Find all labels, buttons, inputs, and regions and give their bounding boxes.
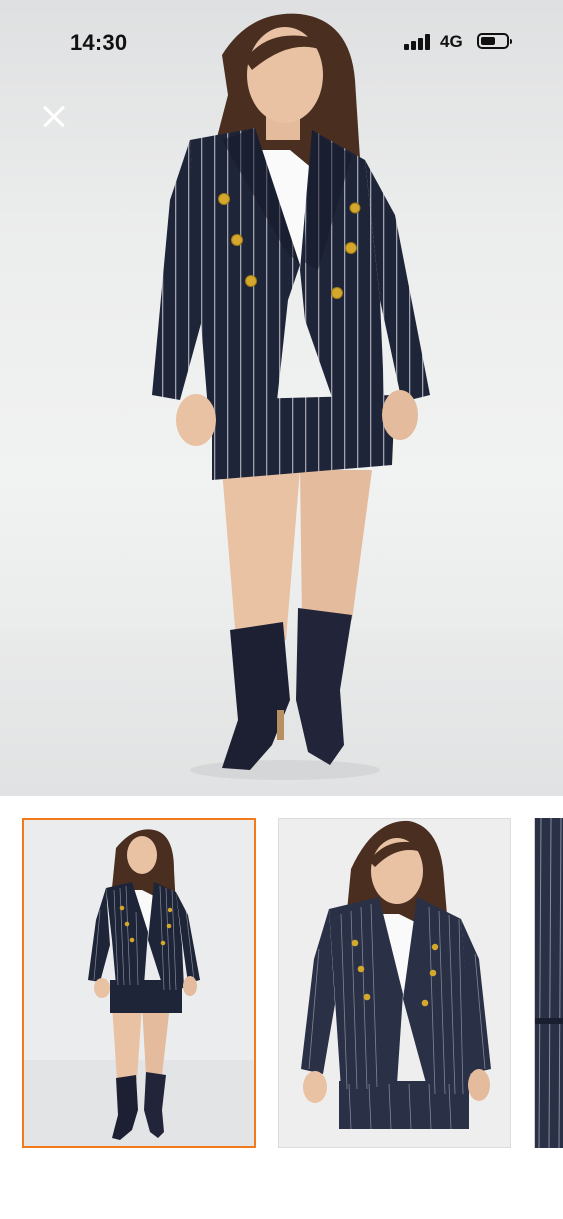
thumbnail-3[interactable] (534, 818, 563, 1148)
thumbnail-3-image (535, 818, 563, 1148)
thumbnail-strip[interactable] (0, 796, 563, 1219)
thumbnail-2[interactable] (278, 818, 511, 1148)
thumbnail-2-image (279, 819, 510, 1147)
network-type-label: 4G (440, 32, 463, 51)
status-time: 14:30 (70, 30, 128, 55)
close-button[interactable] (38, 100, 70, 132)
battery-icon (477, 33, 512, 49)
status-bar: 14:30 4G (0, 22, 563, 62)
thumbnail-1[interactable] (22, 818, 256, 1148)
battery-level (481, 37, 495, 45)
model-illustration (152, 13, 430, 780)
thumbnail-1-image (24, 820, 254, 1146)
product-hero-image[interactable] (0, 0, 563, 796)
cellular-signal-icon (404, 34, 434, 50)
